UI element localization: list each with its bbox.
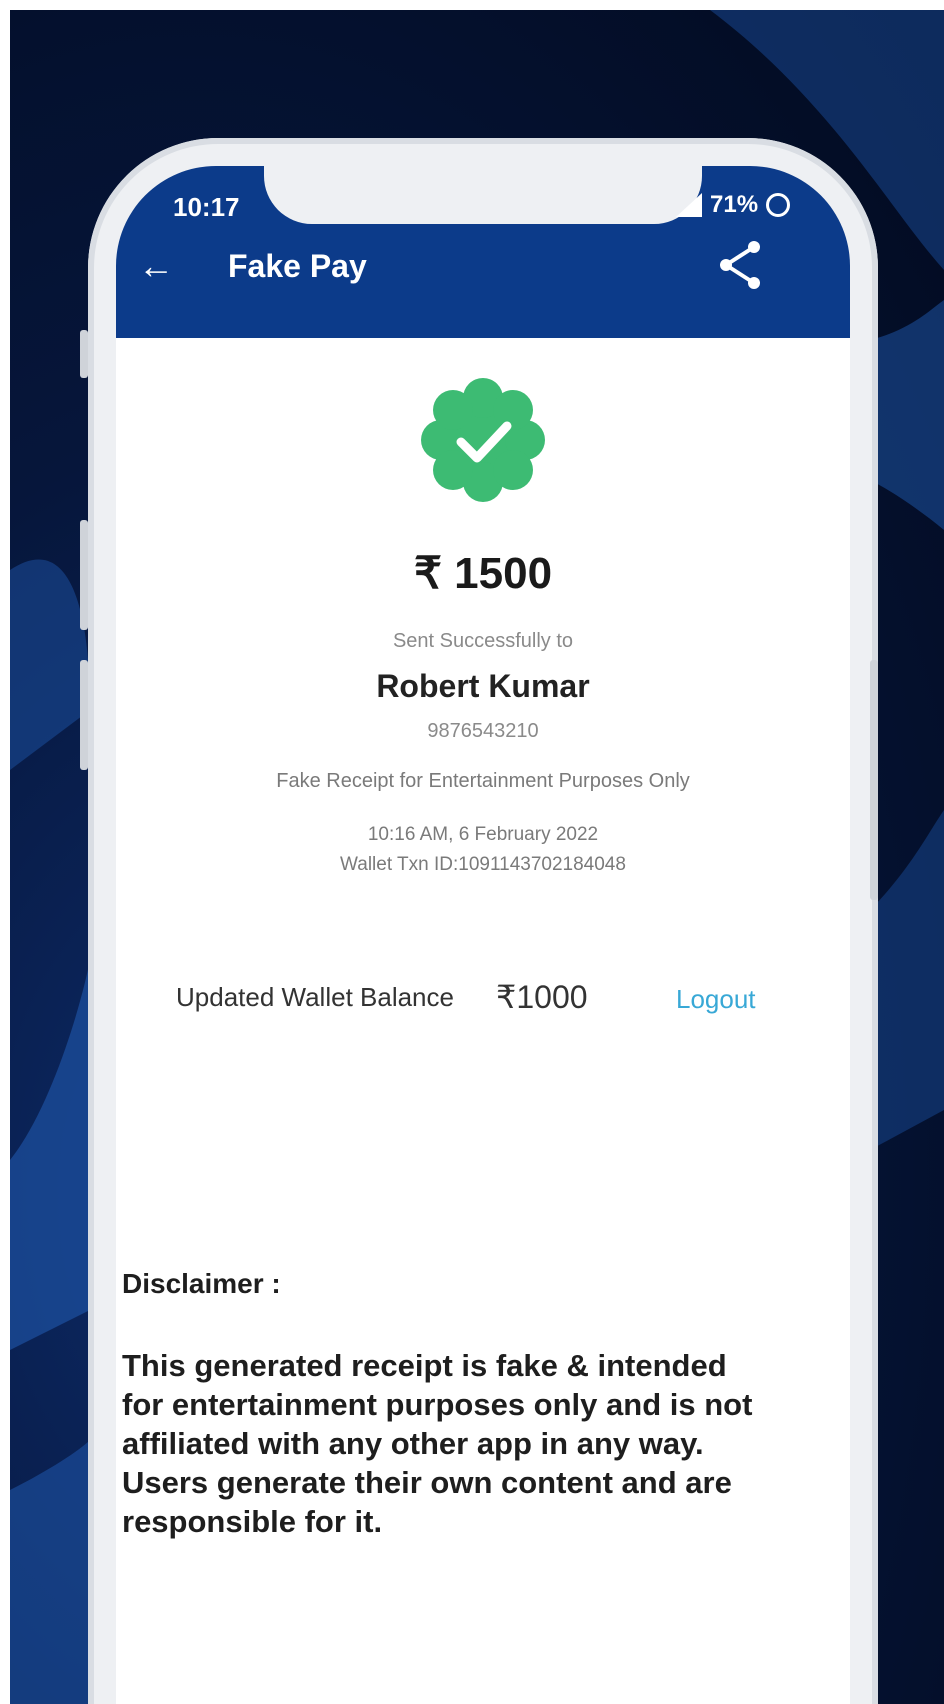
disclaimer-title: Disclaimer : [122,1268,281,1299]
recipient-phone: 9876543210 [427,720,539,742]
verified-check-badge-icon [421,378,545,502]
status-indicators: 71% [676,190,791,220]
balance-card: Updated Wallet Balance ₹1000 Logout Disc… [116,928,850,1704]
phone-side-button [80,520,88,630]
balance-label: Updated Wallet Balance [176,982,454,1012]
balance-value: ₹1000 [496,979,588,1015]
recipient-name: Robert Kumar [376,668,590,704]
phone-screen: 10:17 71% ← Fake Pay ₹ 1500 Sent Success… [116,166,850,1704]
receipt-note: Fake Receipt for Entertainment Purposes … [276,770,690,792]
phone-side-button [80,660,88,770]
arrow-left-icon[interactable]: ← [138,246,178,286]
transaction-datetime: 10:16 AM, 6 February 2022 [367,824,599,845]
page-title: Fake Pay [228,248,367,284]
phone-side-button [80,330,88,378]
transaction-id: Wallet Txn ID:1091143702184048 [340,854,626,875]
battery-icon [766,193,791,217]
camera-notch [264,166,702,224]
payment-amount: ₹ 1500 [413,549,553,598]
phone-side-button [870,660,878,900]
battery-percent: 71% [710,191,759,218]
status-time: 10:17 [173,192,240,222]
app-header: 10:17 71% ← Fake Pay [116,166,850,338]
signal-icon [676,193,702,217]
disclaimer-text: This generated receipt is fake & intende… [122,1348,753,1539]
share-icon[interactable] [716,238,764,292]
logout-link[interactable]: Logout [676,984,756,1015]
sent-label: Sent Successfully to [392,630,574,652]
